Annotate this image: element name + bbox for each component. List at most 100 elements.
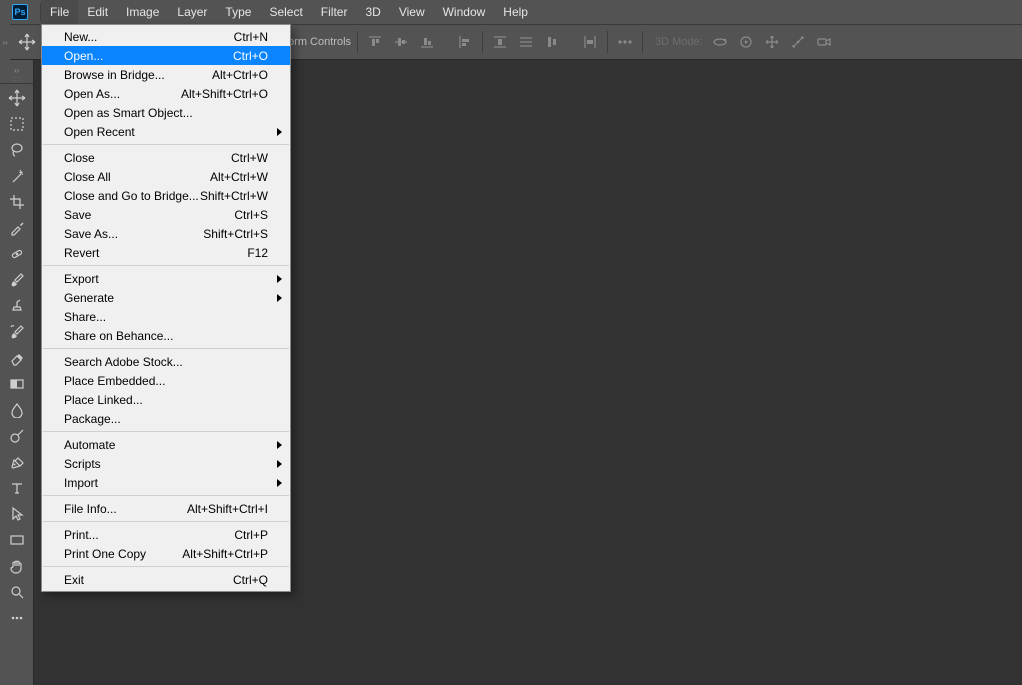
menu-separator: [43, 144, 289, 145]
hand-tool[interactable]: [4, 554, 30, 578]
menu-item-print[interactable]: Print...Ctrl+P: [42, 525, 290, 544]
collapse-tab-icon[interactable]: ››: [0, 24, 10, 60]
menu-item-place-embedded[interactable]: Place Embedded...: [42, 371, 290, 390]
distribute-vcenter-icon[interactable]: [515, 31, 537, 53]
pan-3d-icon[interactable]: [761, 31, 783, 53]
menu-item-shortcut: Alt+Shift+Ctrl+I: [187, 502, 268, 516]
menu-help[interactable]: Help: [494, 0, 537, 24]
menu-type[interactable]: Type: [216, 0, 260, 24]
menu-item-label: Print...: [64, 528, 234, 542]
menu-3d[interactable]: 3D: [356, 0, 389, 24]
menu-item-open-as-smart-object[interactable]: Open as Smart Object...: [42, 103, 290, 122]
menu-item-search-adobe-stock[interactable]: Search Adobe Stock...: [42, 352, 290, 371]
menu-item-export[interactable]: Export: [42, 269, 290, 288]
menu-item-import[interactable]: Import: [42, 473, 290, 492]
crop-tool[interactable]: [4, 190, 30, 214]
path-selection-tool[interactable]: [4, 502, 30, 526]
menu-item-new[interactable]: New...Ctrl+N: [42, 27, 290, 46]
menu-item-open-recent[interactable]: Open Recent: [42, 122, 290, 141]
menu-item-close-all[interactable]: Close AllAlt+Ctrl+W: [42, 167, 290, 186]
distribute-bottom-icon[interactable]: [541, 31, 563, 53]
pen-tool[interactable]: [4, 450, 30, 474]
menu-file[interactable]: File: [41, 0, 78, 24]
menu-item-label: New...: [64, 30, 234, 44]
menu-item-label: Close: [64, 151, 231, 165]
menu-window[interactable]: Window: [434, 0, 495, 24]
menu-item-shortcut: F12: [247, 246, 268, 260]
more-options-icon[interactable]: [614, 31, 636, 53]
menu-item-close[interactable]: CloseCtrl+W: [42, 148, 290, 167]
blur-tool[interactable]: [4, 398, 30, 422]
magic-wand-tool[interactable]: [4, 164, 30, 188]
distribute-top-icon[interactable]: [489, 31, 511, 53]
healing-brush-tool[interactable]: [4, 242, 30, 266]
align-bottom-icon[interactable]: [416, 31, 438, 53]
align-vcenter-icon[interactable]: [390, 31, 412, 53]
menu-separator: [43, 495, 289, 496]
toolbar-collapse-icon[interactable]: ››: [0, 64, 33, 76]
align-group-1: [364, 31, 476, 53]
menu-image[interactable]: Image: [117, 0, 168, 24]
eyedropper-tool[interactable]: [4, 216, 30, 240]
menu-item-print-one-copy[interactable]: Print One CopyAlt+Shift+Ctrl+P: [42, 544, 290, 563]
menu-item-browse-in-bridge[interactable]: Browse in Bridge...Alt+Ctrl+O: [42, 65, 290, 84]
menu-edit[interactable]: Edit: [78, 0, 117, 24]
menu-item-automate[interactable]: Automate: [42, 435, 290, 454]
three-d-icons: [709, 31, 835, 53]
menu-item-open[interactable]: Open...Ctrl+O: [42, 46, 290, 65]
brush-tool[interactable]: [4, 268, 30, 292]
dodge-tool[interactable]: [4, 424, 30, 448]
camera-3d-icon[interactable]: [813, 31, 835, 53]
gradient-tool[interactable]: [4, 372, 30, 396]
menu-select[interactable]: Select: [260, 0, 311, 24]
menu-item-file-info[interactable]: File Info...Alt+Shift+Ctrl+I: [42, 499, 290, 518]
menu-item-save-as[interactable]: Save As...Shift+Ctrl+S: [42, 224, 290, 243]
menu-view[interactable]: View: [390, 0, 434, 24]
menu-item-label: Save As...: [64, 227, 203, 241]
menu-item-generate[interactable]: Generate: [42, 288, 290, 307]
menu-item-label: Print One Copy: [64, 547, 182, 561]
menu-item-exit[interactable]: ExitCtrl+Q: [42, 570, 290, 589]
tool-panel: ›› ::::::: [0, 60, 34, 685]
menu-item-label: Exit: [64, 573, 233, 587]
menu-item-scripts[interactable]: Scripts: [42, 454, 290, 473]
lasso-tool[interactable]: [4, 138, 30, 162]
menu-separator: [43, 566, 289, 567]
menu-item-package[interactable]: Package...: [42, 409, 290, 428]
menu-item-share-on-behance[interactable]: Share on Behance...: [42, 326, 290, 345]
more-tools-icon[interactable]: [4, 606, 30, 630]
move-tool[interactable]: [4, 86, 30, 110]
menu-item-shortcut: Ctrl+O: [233, 49, 268, 63]
menu-separator: [43, 348, 289, 349]
rotate-icon[interactable]: [735, 31, 757, 53]
toolbar-grip-icon[interactable]: ::::::: [0, 76, 33, 84]
menu-layer[interactable]: Layer: [168, 0, 216, 24]
rectangle-tool[interactable]: [4, 528, 30, 552]
active-tool-indicator[interactable]: [12, 27, 42, 57]
menu-item-label: Open as Smart Object...: [64, 106, 268, 120]
menu-item-label: Open Recent: [64, 125, 268, 139]
menu-filter[interactable]: Filter: [312, 0, 357, 24]
zoom-tool[interactable]: [4, 580, 30, 604]
menu-item-close-and-go-to-bridge[interactable]: Close and Go to Bridge...Shift+Ctrl+W: [42, 186, 290, 205]
menu-item-revert[interactable]: RevertF12: [42, 243, 290, 262]
history-brush-tool[interactable]: [4, 320, 30, 344]
orbit-icon[interactable]: [709, 31, 731, 53]
menu-item-share[interactable]: Share...: [42, 307, 290, 326]
menu-item-open-as[interactable]: Open As...Alt+Shift+Ctrl+O: [42, 84, 290, 103]
menu-item-label: Browse in Bridge...: [64, 68, 212, 82]
menu-item-place-linked[interactable]: Place Linked...: [42, 390, 290, 409]
menu-separator: [43, 265, 289, 266]
clone-stamp-tool[interactable]: [4, 294, 30, 318]
type-tool[interactable]: [4, 476, 30, 500]
slide-3d-icon[interactable]: [787, 31, 809, 53]
distribute-left-icon[interactable]: [579, 31, 601, 53]
options-divider: [357, 31, 358, 53]
menu-item-shortcut: Alt+Shift+Ctrl+O: [181, 87, 268, 101]
align-top-icon[interactable]: [364, 31, 386, 53]
marquee-tool[interactable]: [4, 112, 30, 136]
menu-item-save[interactable]: SaveCtrl+S: [42, 205, 290, 224]
align-left-icon[interactable]: [454, 31, 476, 53]
eraser-tool[interactable]: [4, 346, 30, 370]
menu-item-label: Package...: [64, 412, 268, 426]
